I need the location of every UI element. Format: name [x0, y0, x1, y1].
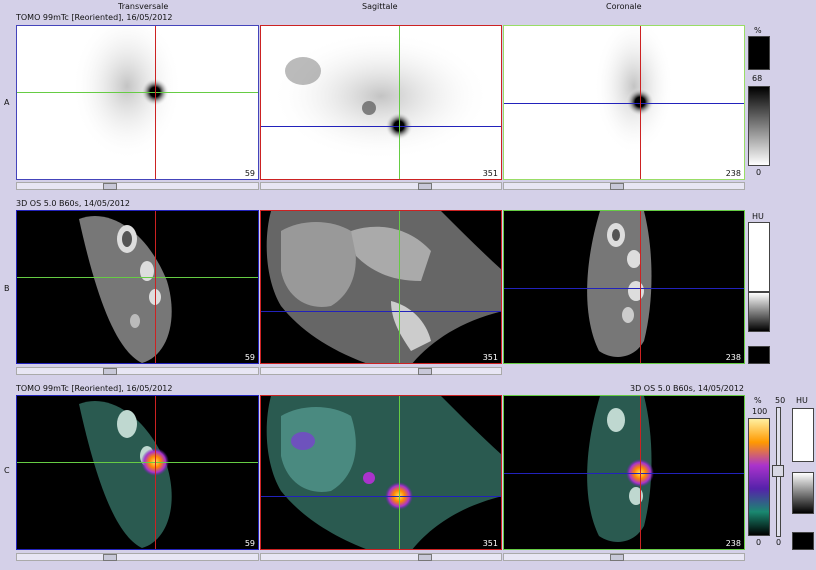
col-header-sagittale: Sagittale	[362, 2, 398, 11]
view-a-transversale[interactable]: 59	[16, 25, 259, 180]
scroll-thumb[interactable]	[610, 183, 624, 190]
scale-c-min-left: 0	[756, 538, 762, 547]
scale-c-slider-thumb[interactable]	[772, 465, 784, 477]
view-b-coronale[interactable]: 238	[503, 210, 745, 364]
row-b-label: B	[4, 284, 10, 293]
scale-c-right-black	[792, 532, 814, 550]
scale-c-unit-right: HU	[796, 396, 808, 405]
view-a-coronale[interactable]: 238	[503, 25, 745, 180]
scale-c-gradient[interactable]	[748, 418, 770, 536]
scroll-thumb[interactable]	[418, 554, 432, 561]
scroll-thumb[interactable]	[418, 368, 432, 375]
scale-b-unit: HU	[752, 212, 764, 221]
slice-number: 59	[244, 169, 255, 178]
slice-number: 59	[244, 353, 255, 362]
slice-number: 351	[482, 353, 498, 362]
fusion-image	[266, 396, 501, 549]
scroll-thumb[interactable]	[610, 554, 624, 561]
scale-a-gradient[interactable]	[748, 86, 770, 166]
slice-number: 238	[725, 539, 741, 548]
scale-b-gradient[interactable]	[748, 292, 770, 332]
scale-a-top-block	[748, 36, 770, 70]
scale-b-bottom-block	[748, 346, 770, 364]
row-a-label: A	[4, 98, 10, 107]
scroller-c-1[interactable]	[16, 553, 259, 561]
scale-c-max-mid: 50	[775, 396, 786, 405]
scroller-a-1[interactable]	[16, 182, 259, 190]
col-header-transversale: Transversale	[118, 2, 169, 11]
slice-number: 238	[725, 353, 741, 362]
view-c-transversale[interactable]: 59	[16, 395, 259, 550]
scale-c-unit-left: %	[754, 396, 762, 405]
scroll-thumb[interactable]	[103, 368, 117, 375]
row-c-label: C	[4, 466, 10, 475]
scale-a-max: 68	[752, 74, 763, 83]
slice-number: 238	[725, 169, 741, 178]
view-c-coronale[interactable]: 238	[503, 395, 745, 550]
scroll-thumb[interactable]	[418, 183, 432, 190]
scale-a-min: 0	[756, 168, 762, 177]
scroller-c-2[interactable]	[260, 553, 502, 561]
ct-image	[266, 211, 501, 363]
view-b-sagittale[interactable]: 351	[260, 210, 502, 364]
slice-number: 351	[482, 539, 498, 548]
spect-image	[72, 26, 182, 161]
view-c-sagittale[interactable]: 351	[260, 395, 502, 550]
col-header-coronale: Coronale	[606, 2, 642, 11]
scale-c-min-mid: 0	[776, 538, 782, 547]
slice-number: 59	[244, 539, 255, 548]
slice-number: 351	[482, 169, 498, 178]
view-a-sagittale[interactable]: 351	[260, 25, 502, 180]
scroller-a-3[interactable]	[503, 182, 745, 190]
fusion-image	[79, 400, 172, 548]
scroller-b-2[interactable]	[260, 367, 502, 375]
scale-b-top-block	[748, 222, 770, 292]
scale-c-max-left: 100	[752, 407, 768, 416]
view-b-transversale[interactable]: 59	[16, 210, 259, 364]
scroll-thumb[interactable]	[103, 554, 117, 561]
row-a-title: TOMO 99mTc [Reoriented], 16/05/2012	[16, 13, 173, 22]
scroller-b-1[interactable]	[16, 367, 259, 375]
scroller-c-3[interactable]	[503, 553, 745, 561]
scale-a-unit: %	[754, 26, 762, 35]
row-b-title: 3D OS 5.0 B60s, 14/05/2012	[16, 199, 131, 208]
ct-image	[79, 215, 172, 363]
scroller-a-2[interactable]	[260, 182, 502, 190]
scroll-thumb[interactable]	[103, 183, 117, 190]
row-c-title-right: 3D OS 5.0 B60s, 14/05/2012	[630, 384, 745, 393]
scale-c-right-gradient[interactable]	[792, 472, 814, 514]
scale-c-right-white	[792, 408, 814, 462]
spect-image	[271, 31, 491, 161]
row-c-title-left: TOMO 99mTc [Reoriented], 16/05/2012	[16, 384, 173, 393]
